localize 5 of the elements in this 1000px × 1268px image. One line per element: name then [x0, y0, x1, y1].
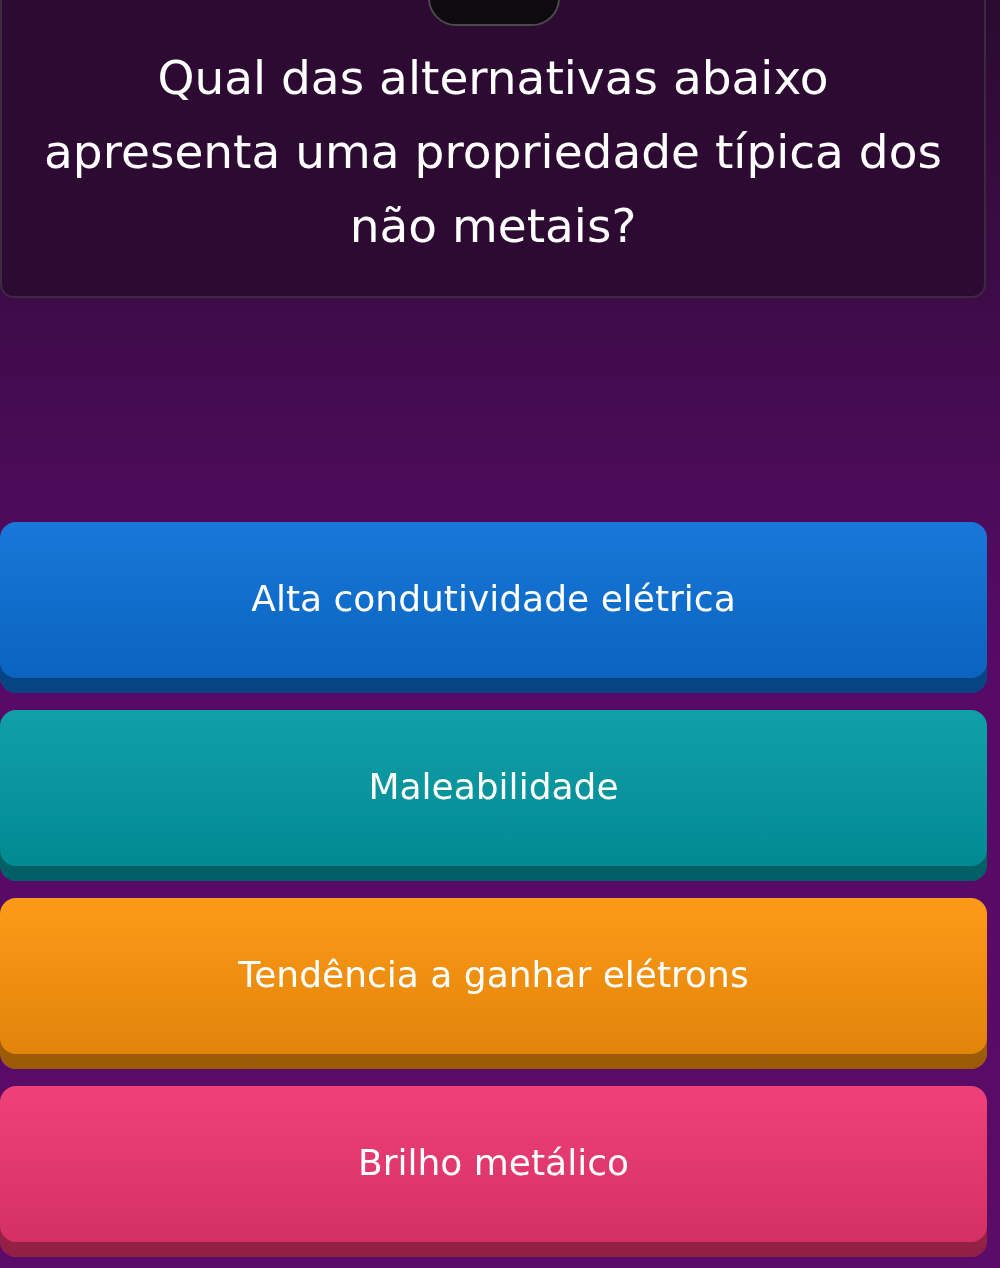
answer-option[interactable]: Maleabilidade [0, 710, 987, 881]
answer-option[interactable]: Tendência a ganhar elétrons [0, 898, 987, 1069]
question-text: Qual das alternativas abaixo apresenta uma propriedade típica dos não metais? [43, 49, 943, 255]
answer-option[interactable]: Alta condutividade elétrica [0, 522, 987, 693]
answer-option[interactable]: Brilho metálico [0, 1086, 987, 1257]
